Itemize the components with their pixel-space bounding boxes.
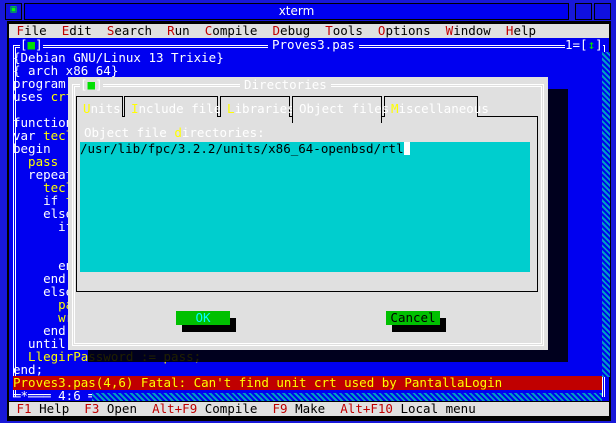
minimize-button[interactable] [575,3,592,20]
status-help[interactable]: F1 Help [17,401,70,416]
menu-label: dit [69,23,92,38]
status-key: Alt+F10 [340,401,393,416]
object-dirs-input[interactable]: /usr/lib/fpc/3.2.2/units/x86_64-openbsd/… [80,142,530,272]
dialog-title: Directories [240,78,331,92]
menu-debug[interactable]: Debug [273,23,311,38]
menu-hotkey: D [272,23,281,38]
menu-help[interactable]: Help [506,23,536,38]
tab-label: ibraries [234,101,295,116]
status-label: Open [99,401,137,416]
xterm-title: xterm [24,3,569,20]
menu-hotkey: R [167,23,175,38]
status-key: F9 [272,401,288,416]
editor-filename: Proves3.pas [268,38,359,52]
tab-libraries[interactable]: Libraries [220,96,295,117]
tab-include-files[interactable]: Include files [124,96,229,117]
menu-file[interactable]: File [17,23,47,38]
menu-hotkey: F [16,23,25,38]
menu-label: ebug [280,23,311,38]
vertical-scrollbar[interactable] [602,52,610,377]
object-dirs-value: /usr/lib/fpc/3.2.2/units/x86_64-openbsd/… [80,141,404,156]
xterm-app-icon: ▣ [5,3,22,20]
zoom-icon: ↕ [587,37,596,52]
menu-label: earch [114,23,153,38]
menu-window[interactable]: Window [446,23,491,38]
status-make[interactable]: F9 Make [273,401,326,416]
menu-edit[interactable]: Edit [62,23,92,38]
tab-hotkey: L [227,101,235,116]
menu-hotkey: T [325,23,333,38]
tab-hotkey: U [83,101,91,116]
menu-bar: File Edit Search Run Compile Debug Tools… [9,24,609,38]
menu-label: indow [453,23,491,38]
status-local-menu[interactable]: Alt+F10 Local menu [340,401,475,416]
menu-tools[interactable]: Tools [325,23,363,38]
menu-label: un [174,23,190,38]
status-key: F1 [16,401,32,416]
tab-object-files[interactable]: Object files [292,96,389,123]
tab-label: iscellaneous [398,101,489,116]
status-key: F3 [84,401,100,416]
tab-label: Object files [299,101,390,116]
status-label: Local menu [392,401,476,416]
window-number-zoom[interactable]: 1=[↕] [565,38,603,52]
menu-options[interactable]: Options [378,23,431,38]
object-dirs-label: Object file directories: [84,125,265,140]
code-token: uses [13,89,51,104]
tab-hotkey: I [131,101,139,116]
horizontal-scrollbar[interactable] [92,393,602,401]
menu-compile[interactable]: Compile [205,23,258,38]
cancel-button[interactable]: Cancel [386,311,440,325]
menu-label: ools [332,23,363,38]
status-bar: F1 Help F3 Open Alt+F9 Compile F9 Make A… [9,402,609,416]
menu-label: elp [513,23,537,38]
menu-label: ile [24,23,47,38]
status-label: Help [31,401,70,416]
menu-label: ompile [212,23,258,38]
tab-units[interactable]: Units [76,96,123,117]
status-key: Alt+F9 [152,401,198,416]
status-label: Make [287,401,326,416]
status-compile[interactable]: Alt+F9 Compile [152,401,257,416]
tab-miscellaneous[interactable]: Miscellaneous [384,96,489,117]
menu-search[interactable]: Search [107,23,152,38]
tab-hotkey: M [391,101,399,116]
status-label: Compile [197,401,258,416]
maximize-button[interactable] [594,3,611,20]
error-message: Proves3.pas(4,6) Fatal: Can't find unit … [13,376,602,390]
ok-button[interactable]: OK [176,311,230,325]
tab-label: nits [90,101,121,116]
text-cursor [403,142,410,155]
status-open[interactable]: F3 Open [84,401,137,416]
dialog-close-button[interactable]: [■] [80,78,103,92]
window-number: 1 [565,37,573,52]
tab-label: nclude files [138,101,229,116]
menu-run[interactable]: Run [167,23,190,38]
menu-label: ptions [385,23,431,38]
